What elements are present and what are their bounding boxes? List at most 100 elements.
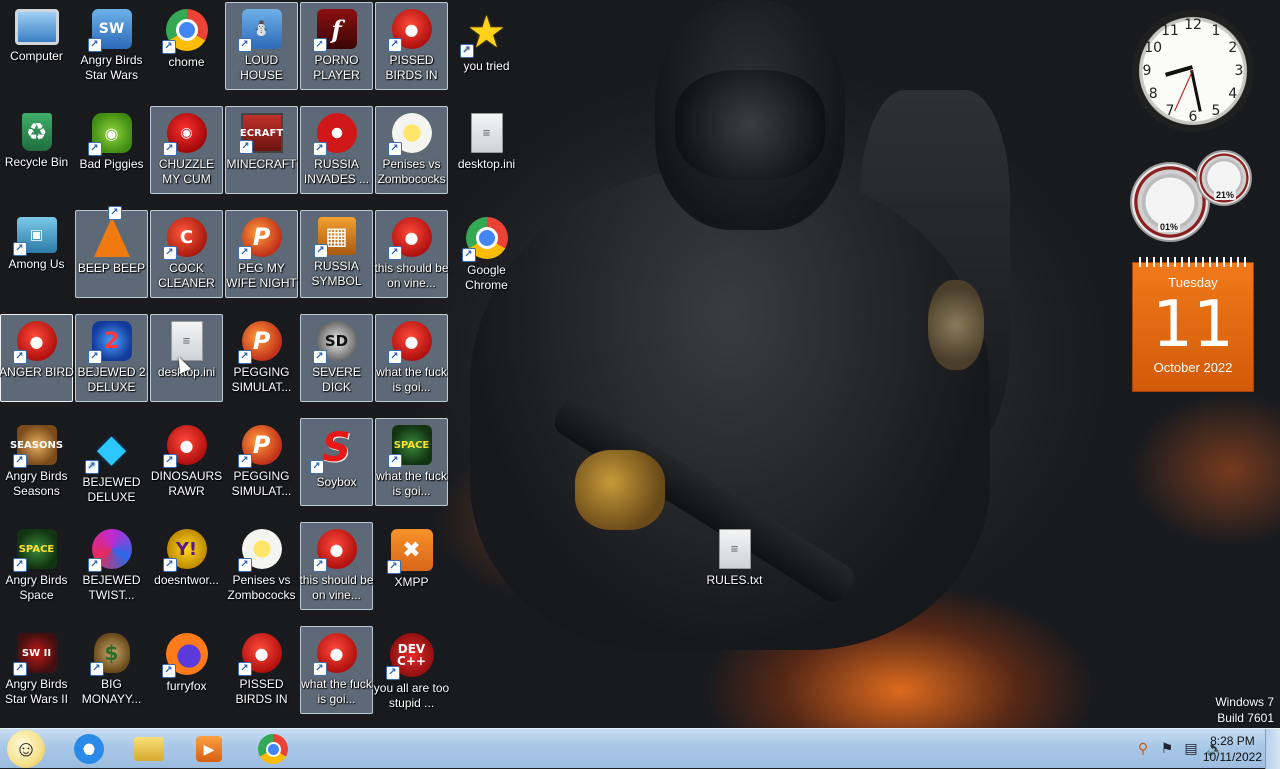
clock-number: 12 <box>1184 17 1202 33</box>
taskbar-chrome[interactable] <box>248 731 298 767</box>
desktop-icon-label: desktop.ini <box>457 157 516 171</box>
desktop-icon[interactable]: SW ↗ Angry Birds Star Wars <box>75 2 148 90</box>
desktop-icon[interactable]: ↗ BEEP BEEP <box>75 206 148 298</box>
cpu-meter-gadget[interactable]: 01% 21% <box>1130 150 1256 250</box>
desktop-icon[interactable]: ↗ furryfox <box>150 626 223 714</box>
desktop-icon-label: PISSED BIRDS IN VIDEO G... <box>235 677 288 706</box>
desktop-icon[interactable]: ●↗PISSED BIRDS IN VIDEO G... <box>375 2 448 90</box>
desktop-icon[interactable]: P ↗ PEG MY WIFE NIGHT <box>225 210 298 298</box>
desktop-icon[interactable]: ●↗PISSED BIRDS IN VIDEO G... <box>225 626 298 714</box>
wallpaper-glove <box>575 450 665 530</box>
desktop-icon[interactable]: ◉ ↗ Bad Piggies <box>75 106 148 194</box>
desktop-icon[interactable]: SEASONS ↗ Angry Birds Seasons <box>0 418 73 506</box>
desktop-icon[interactable]: DEV C++ ↗ you all are too stupid ... <box>373 626 450 714</box>
angry-birds-space-icon: SPACE ↗ <box>387 425 432 468</box>
desktop-icon-label: Angry Birds Seasons <box>5 469 68 498</box>
clock-gadget[interactable]: 12 1 2 3 4 5 6 7 8 9 10 11 <box>1132 10 1254 132</box>
desktop-icon[interactable]: $ ↗ BIG MONAYY... <box>75 626 148 714</box>
desktop-icon[interactable]: ● ↗ DINOSAURS RAWR <box>150 418 223 506</box>
shortcut-arrow-icon: ↗ <box>12 350 27 364</box>
desktop-icon[interactable]: SPACE ↗ what the fuck is goi... <box>375 418 448 506</box>
desktop-icon[interactable]: ◉ ↗ CHUZZLE MY CUM <box>150 106 223 194</box>
desktop-icon[interactable]: SD ↗ SEVERE DICK <box>300 314 373 402</box>
desktop-icon-label: this should be on vine... <box>299 573 374 602</box>
desktop-icon[interactable]: SPACE ↗ Angry Birds Space <box>0 522 73 610</box>
clock-number: 11 <box>1161 23 1179 40</box>
search-icon[interactable]: ⚲ <box>1134 740 1152 758</box>
angry-birds-seasons-icon: SEASONS ↗ <box>10 425 63 468</box>
shortcut-arrow-icon: ↗ <box>161 40 176 54</box>
memory-usage-value: 21% <box>1214 190 1237 200</box>
desktop-icon[interactable]: ▦ ↗ RUSSIA SYMBOL <box>300 210 373 298</box>
desktop-icon[interactable]: ↗ RUSSIA INVADES ... <box>300 106 373 194</box>
desktop-icon[interactable]: Y! ↗ doesntwor... <box>150 522 223 610</box>
desktop-icon-label: COCK CLEANER <box>158 261 215 290</box>
settings-file-icon: ≡ <box>170 321 203 361</box>
angry-birds-star-wars-icon: SW ↗ <box>87 9 132 52</box>
desktop-icon[interactable]: Computer <box>0 2 73 90</box>
desktop-icon-label: BIG MONAYY... <box>81 677 142 706</box>
shortcut-arrow-icon: ↗ <box>237 38 252 52</box>
desktop-icon-label: what the fuck is goi... <box>301 677 372 706</box>
desktop-icon[interactable]: C ↗ COCK CLEANER <box>150 210 223 298</box>
vlc-cone-icon: ↗ <box>93 206 130 257</box>
desktop-icon[interactable]: ● ↗ what the fuck is goi... <box>300 626 373 714</box>
taskbar-media-player[interactable]: ▶ <box>184 731 234 767</box>
desktop-icon[interactable]: SW II ↗ Angry Birds Star Wars II <box>0 626 73 714</box>
desktop-icon[interactable]: ▣ ↗ Among Us <box>0 210 73 298</box>
desktop-icon[interactable]: P ↗ PEGGING SIMULAT... <box>225 418 298 506</box>
desktop-icon[interactable]: ● ↗ this should be on vine... <box>374 210 449 298</box>
network-icon[interactable]: ▤ <box>1182 740 1200 758</box>
desktop-icon[interactable]: ≡ desktop.ini <box>450 106 523 194</box>
media-player-icon: ▶ <box>196 736 222 762</box>
desktop-icon[interactable]: ● ↗ what the fuck is goi... <box>375 314 448 402</box>
taskbar-internet-explorer[interactable]: e <box>64 731 114 767</box>
desktop-icon[interactable]: ★ ↗ you tried <box>450 2 523 90</box>
chrome-icon <box>258 734 288 764</box>
clock-number: 4 <box>1228 86 1238 102</box>
desktop-icon[interactable]: ↗ chome <box>150 2 223 90</box>
desktop-icon[interactable]: ↗ Google Chrome <box>450 210 523 298</box>
show-desktop-button[interactable] <box>1265 729 1280 769</box>
shortcut-arrow-icon: ↗ <box>162 142 177 156</box>
shortcut-arrow-icon: ↗ <box>387 142 402 156</box>
angry-bird-icon: ● ↗ <box>387 9 432 52</box>
shortcut-arrow-icon: ↗ <box>386 560 401 574</box>
penguin-icon: ⛄ ↗ <box>237 9 282 52</box>
desktop-icon[interactable]: f ↗ PORNO PLAYER <box>300 2 373 90</box>
desktop-icon[interactable]: ≡ RULES.txt <box>698 522 771 610</box>
desktop-icon-label: Among Us <box>8 257 65 271</box>
angry-birds-space-icon: SPACE ↗ <box>12 529 57 572</box>
desktop-icon-label: PEG MY WIFE NIGHT <box>226 261 297 290</box>
shortcut-arrow-icon: ↗ <box>237 558 252 572</box>
desktop-icon[interactable]: ● ↗ this should be on vine... <box>299 522 374 610</box>
shortcut-arrow-icon: ↗ <box>12 558 27 572</box>
desktop-icon[interactable]: ◆ ↗ BEJEWED DELUXE <box>75 418 148 506</box>
taskbar-clock[interactable]: 8:28 PM 10/11/2022 <box>1203 733 1262 765</box>
angry-bird-icon: ● ↗ <box>237 633 282 676</box>
desktop-icon[interactable]: S ↗ Soybox <box>300 418 373 506</box>
desktop-icon[interactable]: ≡ desktop.ini <box>150 314 223 402</box>
desktop-icon[interactable]: ♻ Recycle Bin <box>0 106 73 194</box>
desktop-icon[interactable]: ● ↗ ANGER BIRD <box>0 314 74 402</box>
internet-explorer-icon: e <box>74 734 104 764</box>
desktop-icon[interactable]: ↗ Penises vs Zombococks <box>375 106 448 194</box>
desktop-icon-label: you all are too stupid ... <box>373 681 450 710</box>
desktop-icon[interactable]: 2 ↗ BEJEWED 2 DELUXE <box>75 314 148 402</box>
peggle-icon: P ↗ <box>237 217 282 260</box>
start-button[interactable]: ☺ <box>4 730 48 768</box>
angry-bird-icon: ● ↗ <box>387 321 432 364</box>
action-center-flag-icon[interactable]: ⚑ <box>1158 740 1176 758</box>
desktop-icon-label: Angry Birds Star Wars <box>80 53 143 82</box>
desktop-icon[interactable]: P ↗ PEGGING SIMULAT... <box>225 314 298 402</box>
pig-icon: ◉ ↗ <box>87 113 132 156</box>
desktop-icon[interactable]: ↗ BEJEWED TWIST... <box>75 522 148 610</box>
desktop-icon[interactable]: ECRAFT ↗ MINECRAFT <box>225 106 298 194</box>
desktop[interactable]: Computer SW ↗ Angry Birds Star Wars ↗ chome ⛄ ↗… <box>0 0 1280 728</box>
desktop-icon[interactable]: ✖ ↗ XMPP <box>375 522 448 610</box>
flash-player-icon: f ↗ <box>312 9 357 52</box>
calendar-gadget[interactable]: Tuesday 11 October 2022 <box>1132 257 1254 392</box>
desktop-icon[interactable]: ↗ Penises vs Zombococks <box>225 522 298 610</box>
desktop-icon[interactable]: ⛄ ↗ LOUD HOUSE <box>225 2 298 90</box>
taskbar-windows-explorer[interactable] <box>124 731 174 767</box>
